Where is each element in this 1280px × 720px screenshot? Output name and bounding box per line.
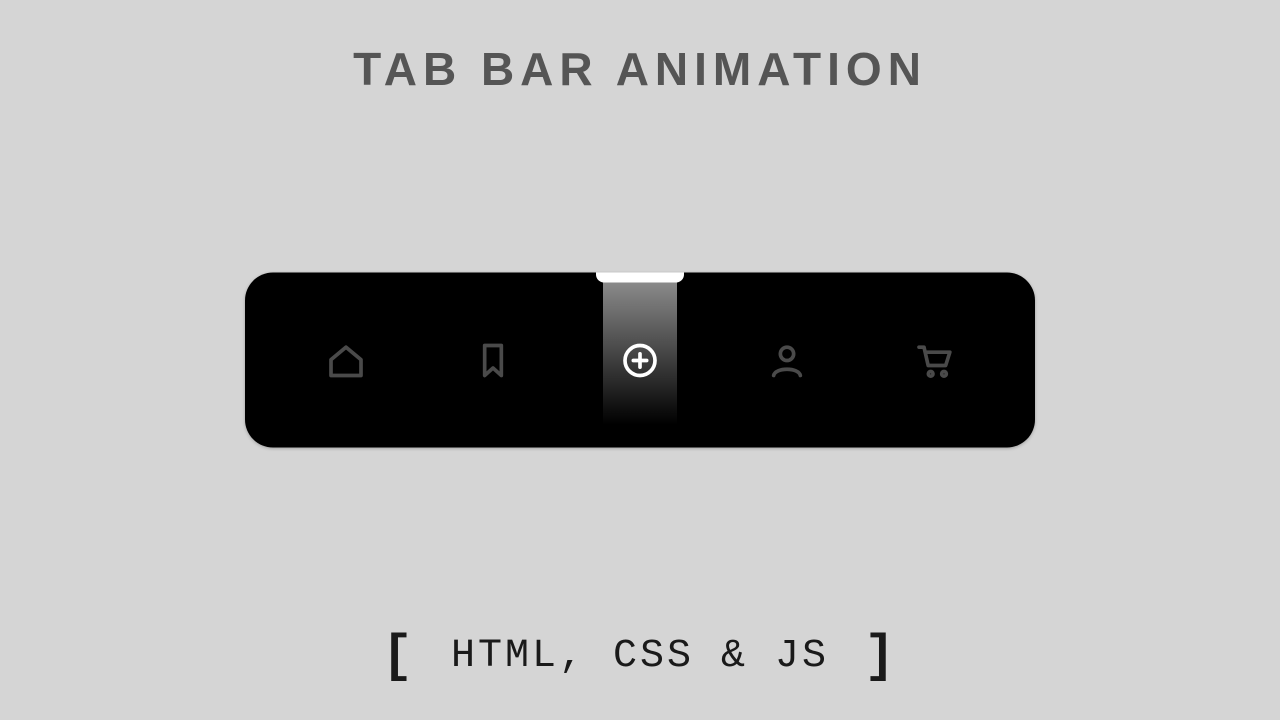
- subtitle: [ HTML, CSS & JS ]: [0, 623, 1280, 682]
- plus-circle-icon: [620, 340, 660, 380]
- home-icon: [326, 340, 366, 380]
- tab-cart[interactable]: [860, 273, 1007, 448]
- bracket-left: [: [374, 627, 424, 686]
- tab-home[interactable]: [273, 273, 420, 448]
- tab-bar: [245, 273, 1035, 448]
- page-title: TAB BAR ANIMATION: [0, 42, 1280, 96]
- user-icon: [767, 340, 807, 380]
- tab-bookmark[interactable]: [420, 273, 567, 448]
- tab-profile[interactable]: [713, 273, 860, 448]
- bracket-right: ]: [856, 627, 906, 686]
- cart-icon: [914, 340, 954, 380]
- tab-add[interactable]: [567, 273, 714, 448]
- bookmark-icon: [473, 340, 513, 380]
- subtitle-text: HTML, CSS & JS: [451, 634, 829, 679]
